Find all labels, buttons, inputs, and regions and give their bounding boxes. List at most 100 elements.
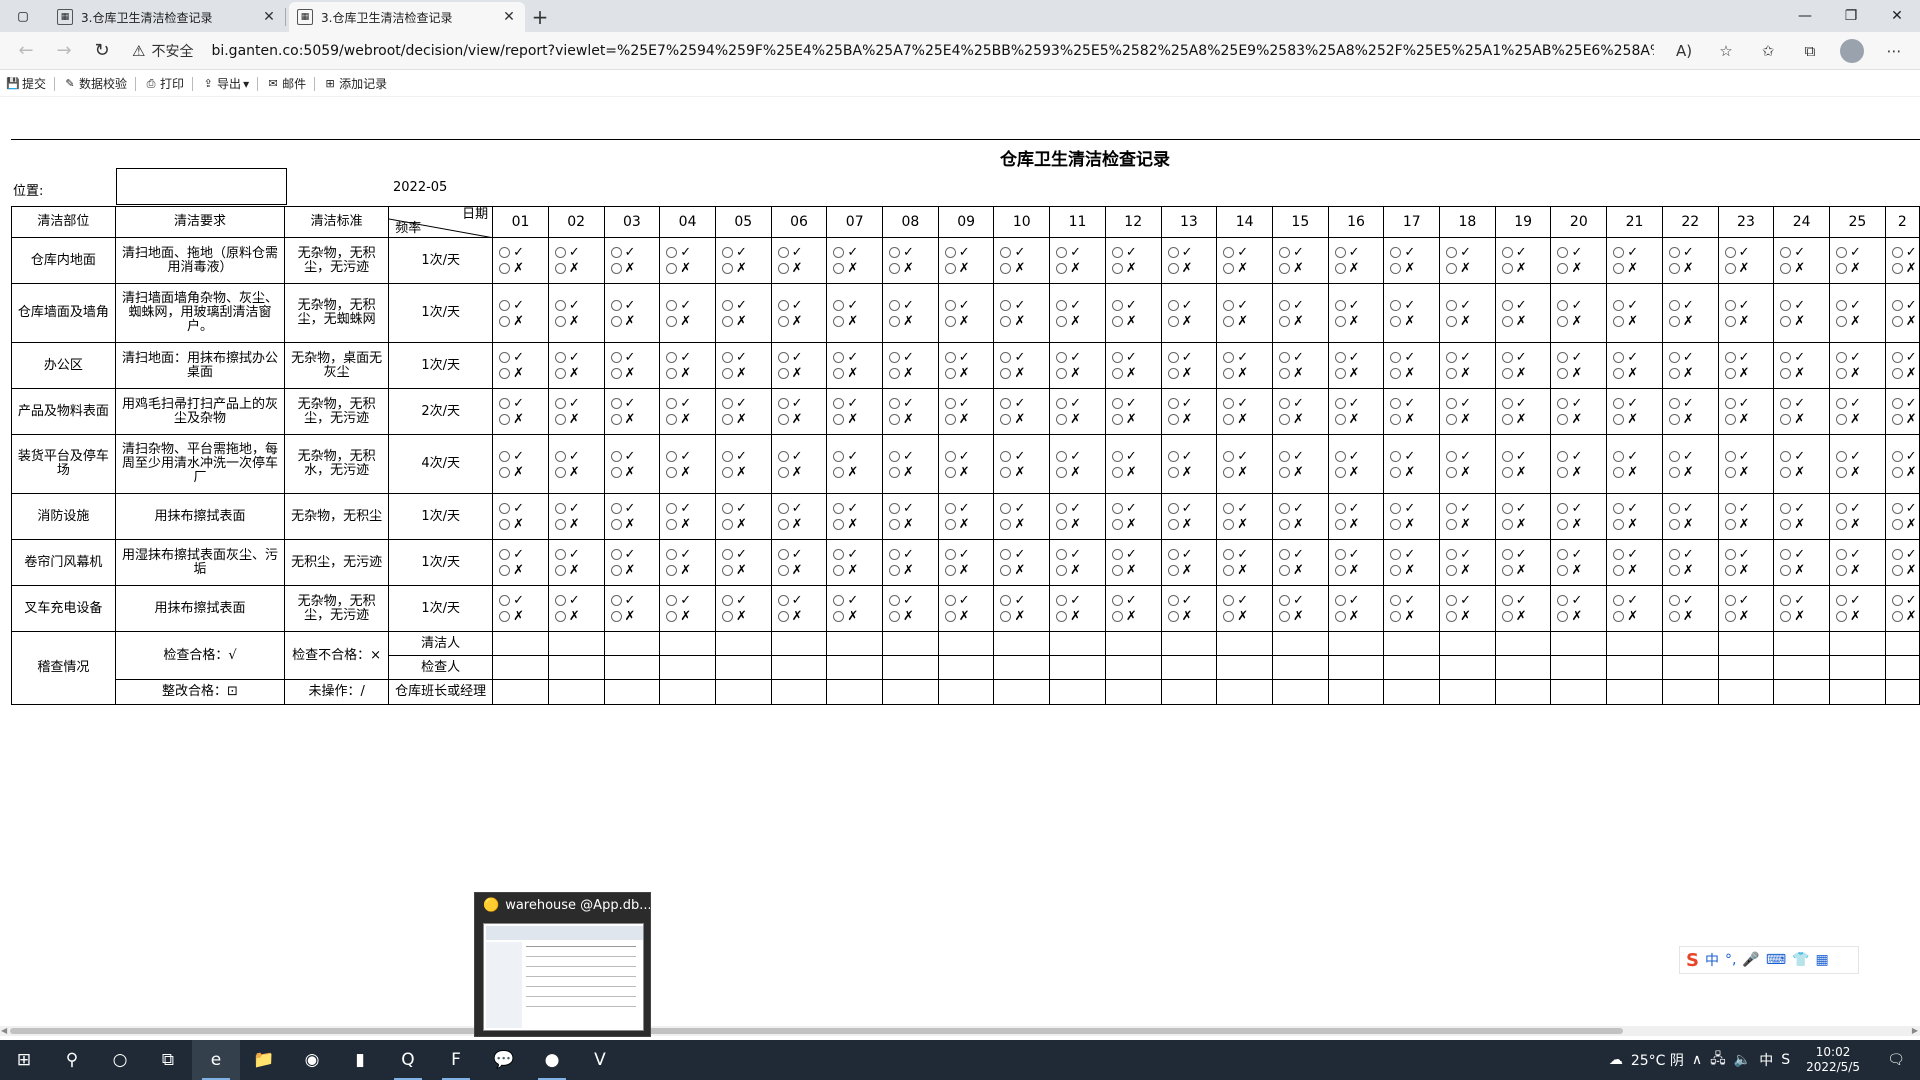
radio-fail[interactable]: ✗ [1668,564,1694,577]
radio-circle-icon[interactable] [1056,466,1068,478]
radio-pass[interactable]: ✓ [1167,450,1192,463]
taskbar-window-preview[interactable]: 🟡 warehouse @App.db... [474,892,651,1037]
radio-circle-icon[interactable] [1390,549,1402,560]
radio-fail[interactable]: ✗ [1780,610,1805,623]
radio-pass[interactable]: ✓ [1167,594,1192,607]
radio-circle-icon[interactable] [1056,368,1068,379]
office-icon[interactable]: ▮ [336,1040,384,1080]
radio-pass[interactable]: ✓ [1278,246,1304,259]
radio-pass[interactable]: ✓ [889,351,914,364]
toolbox-icon[interactable]: ▦ [1816,952,1829,968]
radio-fail[interactable]: ✗ [666,367,691,380]
radio-circle-icon[interactable] [1446,315,1458,327]
radio-pass[interactable]: ✓ [833,397,858,410]
radio-circle-icon[interactable] [1836,595,1847,606]
radio-circle-icon[interactable] [1724,519,1736,530]
radio-pass[interactable]: ✓ [1724,351,1750,364]
radio-circle-icon[interactable] [1446,368,1458,379]
radio-pass[interactable]: ✓ [666,246,691,259]
radio-fail[interactable]: ✗ [1223,413,1248,426]
radio-pass[interactable]: ✓ [1167,299,1192,312]
radio-pass[interactable]: ✓ [721,502,747,515]
radio-circle-icon[interactable] [1278,565,1290,576]
radio-fail[interactable]: ✗ [1557,262,1582,275]
radio-pass[interactable]: ✓ [1000,299,1025,312]
radio-circle-icon[interactable] [1390,352,1402,363]
radio-pass[interactable]: ✓ [1780,594,1805,607]
radio-fail[interactable]: ✗ [1334,315,1360,328]
radio-circle-icon[interactable] [1278,247,1290,258]
radio-fail[interactable]: ✗ [610,367,635,380]
radio-circle-icon[interactable] [499,466,511,478]
manager-cell[interactable] [1606,679,1663,705]
radio-pass[interactable]: ✓ [1223,502,1248,515]
radio-fail[interactable]: ✗ [889,610,914,623]
radio-circle-icon[interactable] [1891,263,1903,274]
inspector-cell[interactable] [1327,655,1385,680]
radio-fail[interactable]: ✗ [833,262,858,275]
radio-circle-icon[interactable] [1167,466,1179,478]
radio-pass[interactable]: ✓ [1724,594,1750,607]
radio-fail[interactable]: ✗ [1278,518,1304,531]
radio-circle-icon[interactable] [499,611,511,622]
radio-pass[interactable]: ✓ [1390,594,1415,607]
radio-pass[interactable]: ✓ [1334,548,1360,561]
inspector-cell[interactable] [993,655,1051,680]
cleaner-cell[interactable] [1049,631,1106,656]
radio-circle-icon[interactable] [1891,466,1903,478]
radio-circle-icon[interactable] [499,315,511,327]
radio-circle-icon[interactable] [1891,595,1903,606]
radio-circle-icon[interactable] [1223,263,1235,274]
radio-fail[interactable]: ✗ [833,518,858,531]
radio-pass[interactable]: ✓ [1167,351,1192,364]
radio-circle-icon[interactable] [610,414,622,425]
radio-fail[interactable]: ✗ [666,466,691,479]
radio-pass[interactable]: ✓ [1278,548,1304,561]
radio-circle-icon[interactable] [1836,466,1847,478]
radio-circle-icon[interactable] [833,414,845,425]
radio-fail[interactable]: ✗ [1223,466,1248,479]
radio-circle-icon[interactable] [1334,503,1346,514]
radio-fail[interactable]: ✗ [666,564,691,577]
radio-fail[interactable]: ✗ [1836,315,1861,328]
radio-fail[interactable]: ✗ [1390,367,1415,380]
radio-fail[interactable]: ✗ [1891,315,1917,328]
radio-circle-icon[interactable] [1557,565,1569,576]
radio-fail[interactable]: ✗ [1613,367,1638,380]
radio-circle-icon[interactable] [1334,519,1346,530]
radio-fail[interactable]: ✗ [1390,610,1415,623]
radio-fail[interactable]: ✗ [889,413,914,426]
radio-circle-icon[interactable] [1334,299,1346,311]
radio-fail[interactable]: ✗ [1780,262,1805,275]
radio-pass[interactable]: ✓ [1111,397,1137,410]
radio-circle-icon[interactable] [1278,595,1290,606]
radio-circle-icon[interactable] [1613,466,1625,478]
radio-circle-icon[interactable] [721,247,733,258]
network-icon[interactable]: 🖧 [1710,1048,1726,1072]
inspector-cell[interactable] [1884,655,1920,680]
radio-fail[interactable]: ✗ [666,610,691,623]
radio-circle-icon[interactable] [1000,466,1012,478]
radio-circle-icon[interactable] [1334,352,1346,363]
location-input[interactable] [116,168,287,205]
radio-pass[interactable]: ✓ [889,246,914,259]
radio-circle-icon[interactable] [1891,352,1903,363]
radio-fail[interactable]: ✗ [1334,610,1360,623]
radio-circle-icon[interactable] [1000,595,1012,606]
cleaner-cell[interactable] [770,631,828,656]
radio-fail[interactable]: ✗ [1056,518,1081,531]
radio-circle-icon[interactable] [1613,315,1625,327]
radio-circle-icon[interactable] [666,414,678,425]
radio-circle-icon[interactable] [1668,352,1680,363]
radio-pass[interactable]: ✓ [1056,502,1081,515]
radio-circle-icon[interactable] [1111,414,1123,425]
radio-circle-icon[interactable] [1111,565,1123,576]
radio-circle-icon[interactable] [1446,398,1458,409]
radio-fail[interactable]: ✗ [721,564,747,577]
radio-circle-icon[interactable] [1167,263,1179,274]
radio-circle-icon[interactable] [1167,519,1179,530]
horizontal-scrollbar[interactable]: ◀ ▶ [0,1026,1920,1036]
radio-circle-icon[interactable] [944,247,956,258]
radio-circle-icon[interactable] [554,315,566,327]
inspector-cell[interactable] [1773,655,1830,680]
